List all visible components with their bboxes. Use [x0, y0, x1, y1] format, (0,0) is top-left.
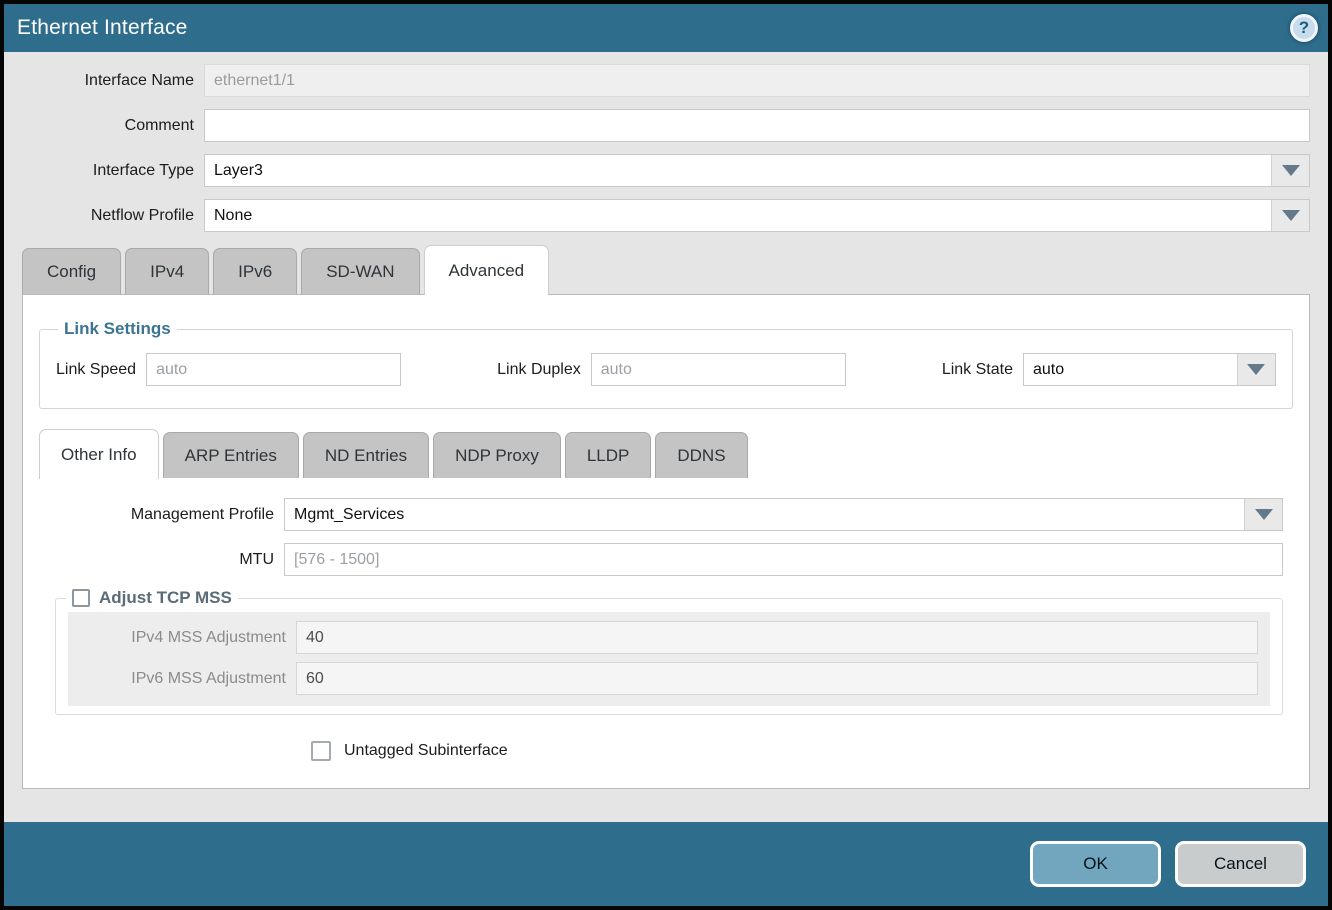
management-profile-row: Management Profile Mgmt_Services — [39, 498, 1293, 531]
ethernet-interface-dialog: Ethernet Interface ? Interface Name Comm… — [0, 0, 1332, 910]
comment-row: Comment — [22, 109, 1310, 142]
mtu-input[interactable] — [284, 543, 1283, 576]
mtu-row: MTU — [39, 543, 1293, 576]
link-state-value: auto — [1024, 354, 1237, 385]
link-state-label: Link State — [942, 361, 1023, 379]
help-icon[interactable]: ? — [1290, 14, 1318, 42]
link-duplex-input[interactable] — [591, 353, 846, 386]
tab-config[interactable]: Config — [22, 248, 121, 294]
netflow-profile-dropdown[interactable]: None — [204, 199, 1310, 232]
tab-ddns[interactable]: DDNS — [655, 432, 747, 478]
chevron-down-icon — [1282, 210, 1300, 221]
management-profile-label: Management Profile — [39, 506, 284, 524]
ipv4-mss-label: IPv4 MSS Adjustment — [68, 629, 296, 647]
ipv6-mss-row: IPv6 MSS Adjustment — [68, 661, 1270, 696]
netflow-profile-dropdown-button[interactable] — [1271, 200, 1309, 231]
tab-nd-entries[interactable]: ND Entries — [303, 432, 429, 478]
netflow-profile-value: None — [205, 200, 1271, 231]
link-state-dropdown[interactable]: auto — [1023, 353, 1276, 386]
comment-label: Comment — [22, 117, 204, 135]
untagged-subinterface-label: Untagged Subinterface — [344, 742, 508, 760]
netflow-profile-label: Netflow Profile — [22, 207, 204, 225]
main-tab-bar: Config IPv4 IPv6 SD-WAN Advanced — [22, 245, 1310, 294]
tab-ipv4[interactable]: IPv4 — [125, 248, 209, 294]
interface-name-label: Interface Name — [22, 72, 204, 90]
adjust-tcp-mss-legend: Adjust TCP MSS — [66, 588, 238, 608]
tab-ndp-proxy[interactable]: NDP Proxy — [433, 432, 561, 478]
advanced-tab-panel: Link Settings Link Speed Link Duplex Lin… — [22, 294, 1310, 789]
ipv6-mss-input — [296, 662, 1258, 695]
interface-type-dropdown[interactable]: Layer3 — [204, 154, 1310, 187]
management-profile-value: Mgmt_Services — [285, 499, 1244, 530]
interface-name-row: Interface Name — [22, 64, 1310, 97]
tab-lldp[interactable]: LLDP — [565, 432, 652, 478]
management-profile-dropdown[interactable]: Mgmt_Services — [284, 498, 1283, 531]
untagged-subinterface-row: Untagged Subinterface — [311, 741, 1293, 761]
mss-disabled-area: IPv4 MSS Adjustment IPv6 MSS Adjustment — [68, 612, 1270, 706]
interface-type-label: Interface Type — [22, 162, 204, 180]
dialog-footer: OK Cancel — [4, 822, 1328, 906]
dialog-body: Interface Name Comment Interface Type La… — [4, 52, 1328, 822]
ipv4-mss-row: IPv4 MSS Adjustment — [68, 620, 1270, 655]
adjust-tcp-mss-fieldset: Adjust TCP MSS IPv4 MSS Adjustment IPv6 … — [55, 588, 1283, 715]
tab-advanced[interactable]: Advanced — [424, 245, 550, 295]
interface-type-dropdown-button[interactable] — [1271, 155, 1309, 186]
tab-ipv6[interactable]: IPv6 — [213, 248, 297, 294]
comment-input[interactable] — [204, 109, 1310, 142]
netflow-profile-row: Netflow Profile None — [22, 199, 1310, 232]
link-state-group: Link State auto — [942, 353, 1276, 386]
tab-arp-entries[interactable]: ARP Entries — [163, 432, 299, 478]
interface-type-row: Interface Type Layer3 — [22, 154, 1310, 187]
interface-type-value: Layer3 — [205, 155, 1271, 186]
tab-sd-wan[interactable]: SD-WAN — [301, 248, 419, 294]
ok-button[interactable]: OK — [1030, 841, 1161, 887]
chevron-down-icon — [1282, 165, 1300, 176]
link-speed-label: Link Speed — [56, 361, 146, 379]
adjust-tcp-mss-checkbox[interactable] — [72, 589, 90, 607]
other-info-tab-bar: Other Info ARP Entries ND Entries NDP Pr… — [39, 429, 1293, 478]
chevron-down-icon — [1255, 509, 1273, 520]
link-settings-fieldset: Link Settings Link Speed Link Duplex Lin… — [39, 319, 1293, 409]
link-state-dropdown-button[interactable] — [1237, 354, 1275, 385]
link-speed-group: Link Speed — [56, 353, 401, 386]
mtu-label: MTU — [39, 551, 284, 569]
chevron-down-icon — [1247, 364, 1265, 375]
link-duplex-group: Link Duplex — [497, 353, 846, 386]
dialog-title: Ethernet Interface — [17, 16, 188, 40]
link-duplex-label: Link Duplex — [497, 361, 591, 379]
tab-other-info[interactable]: Other Info — [39, 429, 159, 479]
adjust-tcp-mss-legend-text: Adjust TCP MSS — [99, 588, 232, 608]
ipv4-mss-input — [296, 621, 1258, 654]
cancel-button[interactable]: Cancel — [1175, 841, 1306, 887]
link-settings-legend: Link Settings — [58, 319, 177, 339]
titlebar: Ethernet Interface ? — [4, 4, 1328, 52]
link-speed-input[interactable] — [146, 353, 401, 386]
untagged-subinterface-checkbox[interactable] — [311, 741, 331, 761]
interface-name-input — [204, 64, 1310, 97]
link-settings-row: Link Speed Link Duplex Link State auto — [52, 353, 1280, 386]
management-profile-dropdown-button[interactable] — [1244, 499, 1282, 530]
ipv6-mss-label: IPv6 MSS Adjustment — [68, 670, 296, 688]
